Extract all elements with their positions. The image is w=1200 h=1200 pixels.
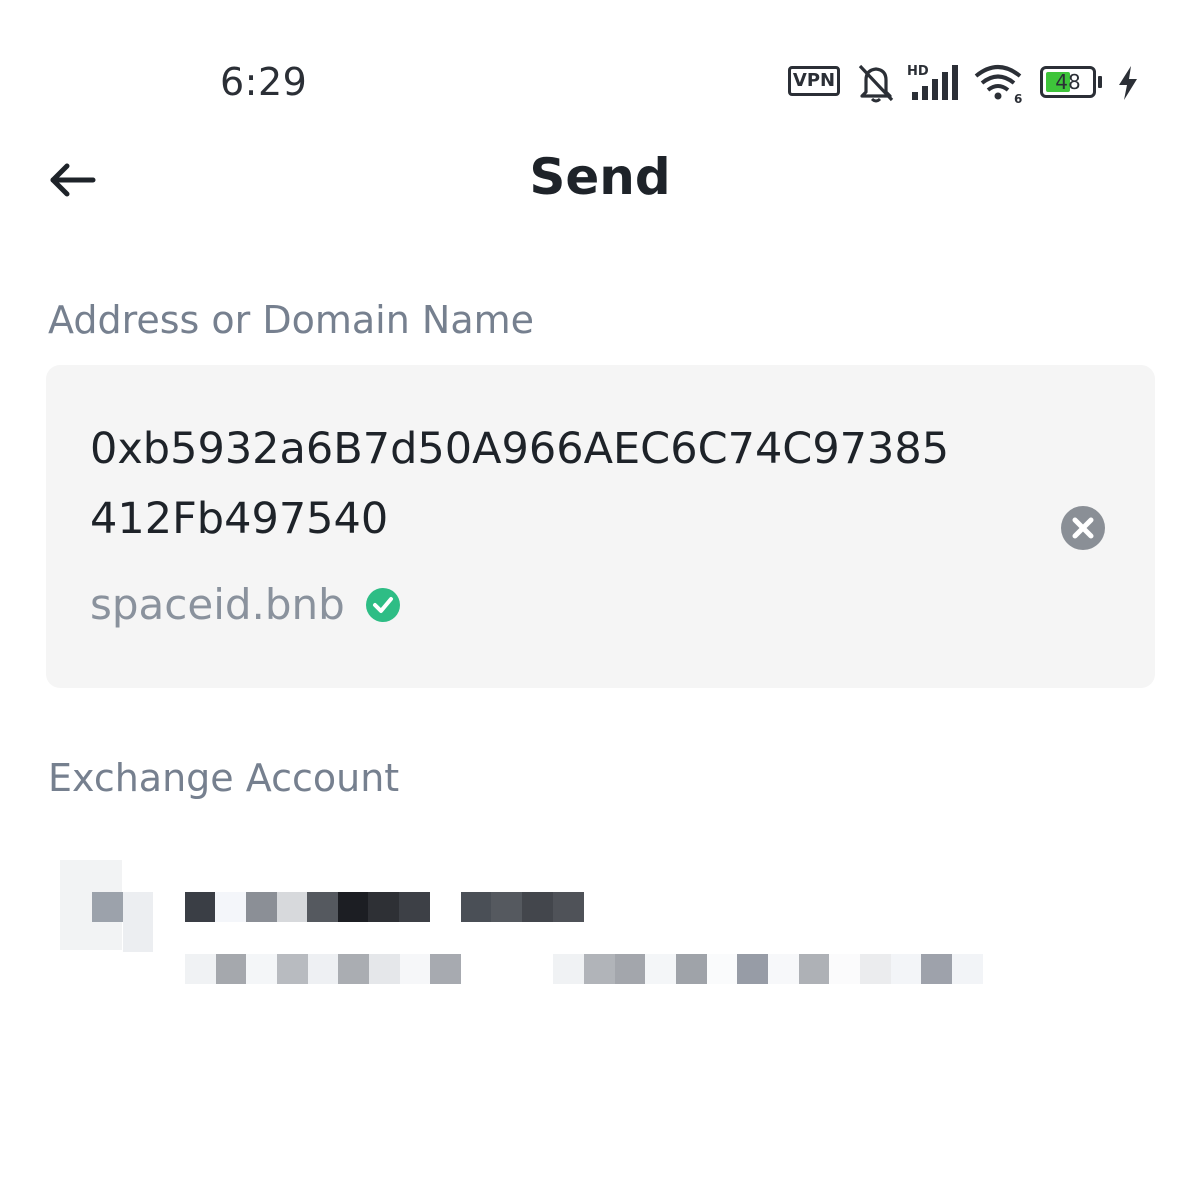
network-type-label: HD	[907, 64, 929, 79]
page-title: Send	[529, 148, 671, 206]
address-label: Address or Domain Name	[48, 298, 535, 342]
bell-off-icon	[856, 62, 896, 108]
domain-name: spaceid.bnb	[90, 580, 345, 629]
back-button[interactable]	[40, 150, 104, 210]
close-circle-icon	[1061, 506, 1105, 550]
bolt-icon	[1116, 64, 1140, 106]
wifi-icon: 6	[972, 64, 1026, 108]
address-value-line2[interactable]: 412Fb497540	[90, 494, 388, 544]
address-value-line1[interactable]: 0xb5932a6B7d50A966AEC6C74C97385	[90, 424, 949, 474]
battery-level: 48	[1055, 70, 1081, 94]
battery-indicator: 48	[1040, 66, 1104, 98]
signal-icon: HD	[906, 62, 962, 106]
exchange-account-item[interactable]	[46, 850, 1046, 1000]
check-circle-icon	[365, 587, 401, 623]
exchange-account-label: Exchange Account	[48, 756, 400, 800]
wifi-generation-label: 6	[1014, 92, 1022, 104]
battery-tip	[1098, 76, 1102, 88]
clear-address-button[interactable]	[1058, 503, 1108, 553]
resolved-domain: spaceid.bnb	[90, 580, 401, 629]
status-time: 6:29	[220, 60, 308, 104]
arrow-left-icon	[50, 163, 96, 197]
vpn-badge: VPN	[788, 66, 840, 96]
